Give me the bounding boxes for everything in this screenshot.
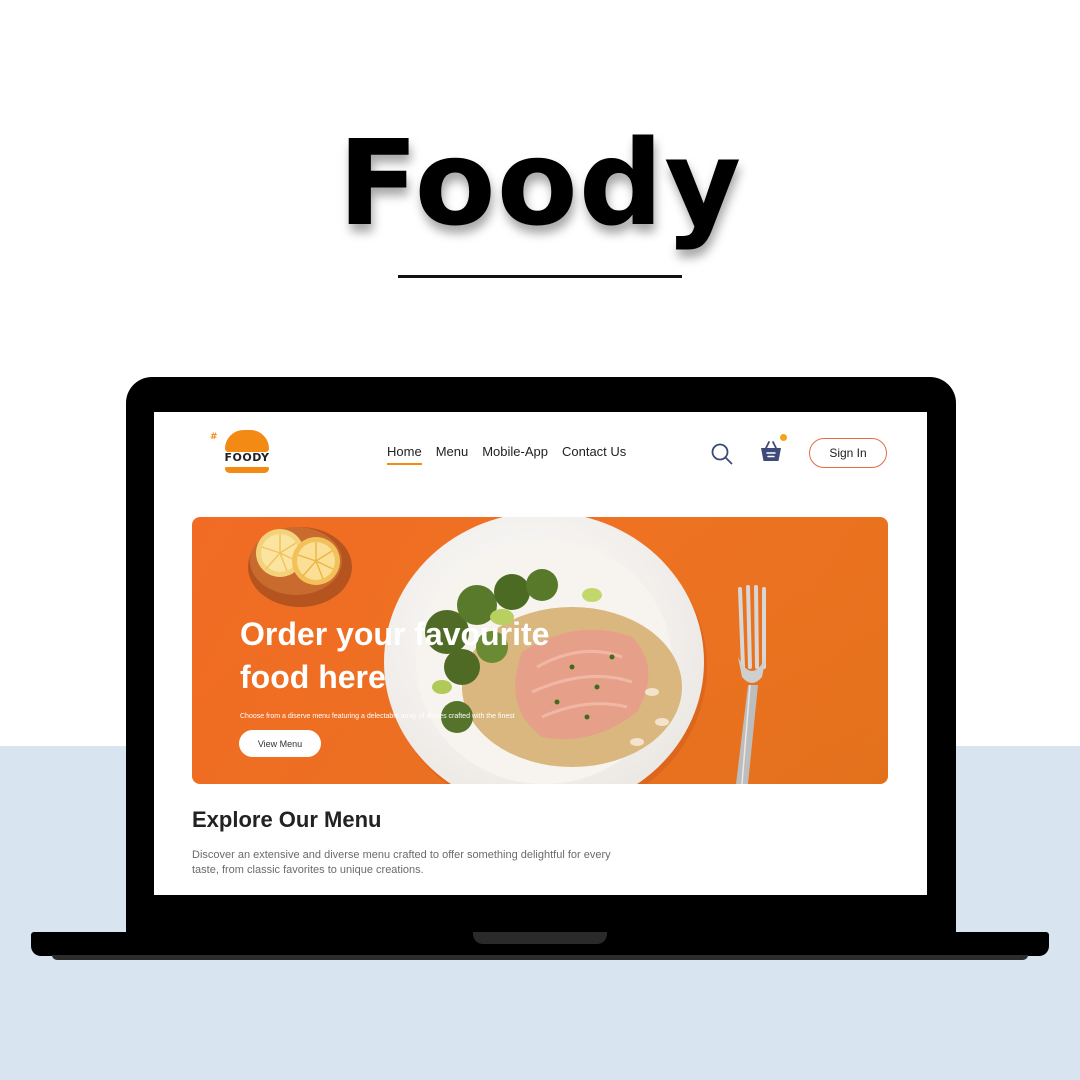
page-title: Foody: [337, 114, 743, 252]
laptop-screen: # FOODY Home Menu Mobile-App Contact Us …: [154, 412, 927, 895]
laptop-notch: [473, 932, 607, 944]
nav-item-home[interactable]: Home: [387, 444, 422, 465]
nav-item-menu[interactable]: Menu: [436, 444, 469, 465]
sign-in-button[interactable]: Sign In: [809, 438, 887, 468]
explore-description: Discover an extensive and diverse menu c…: [192, 849, 611, 876]
banner-title: Order your favourite food here: [240, 616, 550, 695]
title-underline: [398, 275, 682, 278]
burger-logo-icon: [225, 430, 269, 452]
site-logo[interactable]: # FOODY: [210, 430, 278, 478]
basket-badge: [780, 434, 787, 441]
nav-item-contact-us[interactable]: Contact Us: [562, 444, 626, 465]
explore-title: Explore Our Menu: [192, 807, 382, 832]
laptop-base-shadow: [52, 955, 1028, 960]
view-menu-button[interactable]: View Menu: [239, 730, 321, 757]
nav-item-mobile-app[interactable]: Mobile-App: [482, 444, 548, 465]
banner-subtitle: Choose from a diserve menu featuring a d…: [240, 713, 515, 720]
logo-text: FOODY: [224, 451, 270, 464]
basket-icon[interactable]: [759, 438, 783, 464]
logo-tag: #: [210, 432, 218, 442]
main-nav: Home Menu Mobile-App Contact Us: [387, 444, 626, 465]
logo-bun-bottom: [225, 467, 269, 473]
hero-banner: Order your favourite food here Choose fr…: [192, 517, 888, 784]
search-icon[interactable]: [710, 442, 734, 466]
